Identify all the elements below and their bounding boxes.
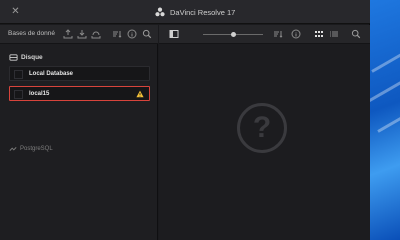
window-title: DaVinci Resolve 17 — [170, 7, 236, 17]
list-view-icon[interactable] — [329, 29, 339, 39]
disk-section: Disque — [0, 52, 158, 64]
database-item-local15[interactable]: local15 — [9, 86, 150, 101]
close-icon[interactable]: ✕ — [10, 6, 21, 17]
resolve-logo-icon — [155, 7, 165, 17]
info-icon[interactable] — [291, 29, 301, 39]
info-icon[interactable] — [127, 29, 137, 39]
database-name: Local Database — [29, 71, 74, 77]
desktop-wallpaper — [367, 0, 400, 240]
grid-view-icon[interactable] — [314, 29, 324, 39]
warning-icon — [136, 90, 144, 98]
database-panel: Bases de donné Disque Local Database loc… — [0, 25, 158, 240]
projects-panel-header — [159, 25, 370, 44]
postgresql-label: PostgreSQL — [20, 146, 53, 152]
network-icon — [9, 147, 17, 151]
backup-icon[interactable] — [91, 29, 101, 39]
zoom-slider[interactable] — [203, 32, 263, 37]
download-icon[interactable] — [77, 29, 87, 39]
sort-icon[interactable] — [112, 29, 122, 39]
database-name: local15 — [29, 91, 50, 97]
projects-panel: ? — [159, 25, 370, 240]
database-item-local-database[interactable]: Local Database — [9, 66, 150, 81]
window-title-group: DaVinci Resolve 17 — [155, 5, 235, 19]
search-icon[interactable] — [142, 29, 152, 39]
disk-icon — [9, 54, 18, 61]
davinci-project-manager-window: ✕ DaVinci Resolve 17 Bases de donné Disq… — [0, 0, 370, 240]
search-icon[interactable] — [351, 29, 361, 39]
upload-icon[interactable] — [63, 29, 73, 39]
zoom-slider-knob[interactable] — [230, 32, 236, 37]
title-bar: ✕ DaVinci Resolve 17 — [0, 0, 370, 24]
database-thumbnail — [14, 90, 23, 99]
disk-section-label: Disque — [21, 54, 43, 61]
question-icon: ? — [237, 103, 287, 153]
database-panel-header: Bases de donné — [0, 25, 158, 44]
database-thumbnail — [14, 70, 23, 79]
postgresql-section[interactable]: PostgreSQL — [9, 144, 53, 154]
database-panel-title: Bases de donné — [8, 30, 55, 37]
sort-icon[interactable] — [273, 29, 283, 39]
panel-toggle-icon[interactable] — [169, 29, 179, 39]
